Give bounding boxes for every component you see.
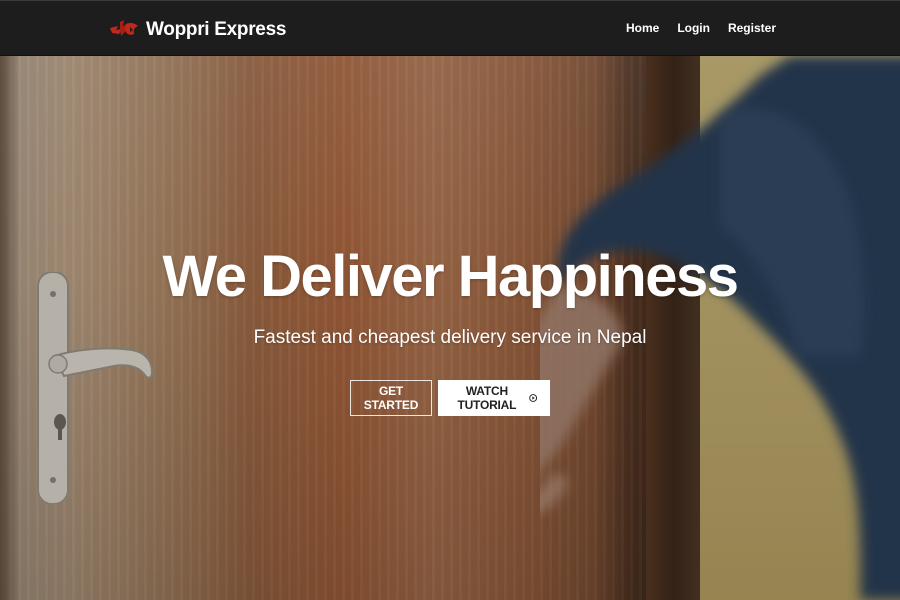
hero-subtitle: Fastest and cheapest delivery service in… [253,327,647,348]
watch-tutorial-label: WATCH TUTORIAL [457,384,517,412]
nav-links: Home Login Register [626,21,776,35]
hero-title: We Deliver Happiness [162,244,739,309]
nav-login-link[interactable]: Login [677,21,710,35]
hero-section: We Deliver Happiness Fastest and cheapes… [0,56,900,600]
get-started-label: GET STARTED [363,384,419,412]
nav-register-link[interactable]: Register [728,21,776,35]
hero-buttons: GET STARTED WATCH TUTORIAL [0,380,900,416]
hero-content: We Deliver Happiness Fastest and cheapes… [0,242,900,416]
play-circle-icon [528,394,537,402]
top-navbar: Woppri Express Home Login Register [0,0,900,56]
brand-name: Woppri Express [146,19,287,40]
watch-tutorial-button[interactable]: WATCH TUTORIAL [438,380,550,416]
brand-logo-icon [110,20,138,36]
get-started-button[interactable]: GET STARTED [350,380,432,416]
brand[interactable]: Woppri Express [108,17,286,43]
nav-home-link[interactable]: Home [626,21,659,35]
